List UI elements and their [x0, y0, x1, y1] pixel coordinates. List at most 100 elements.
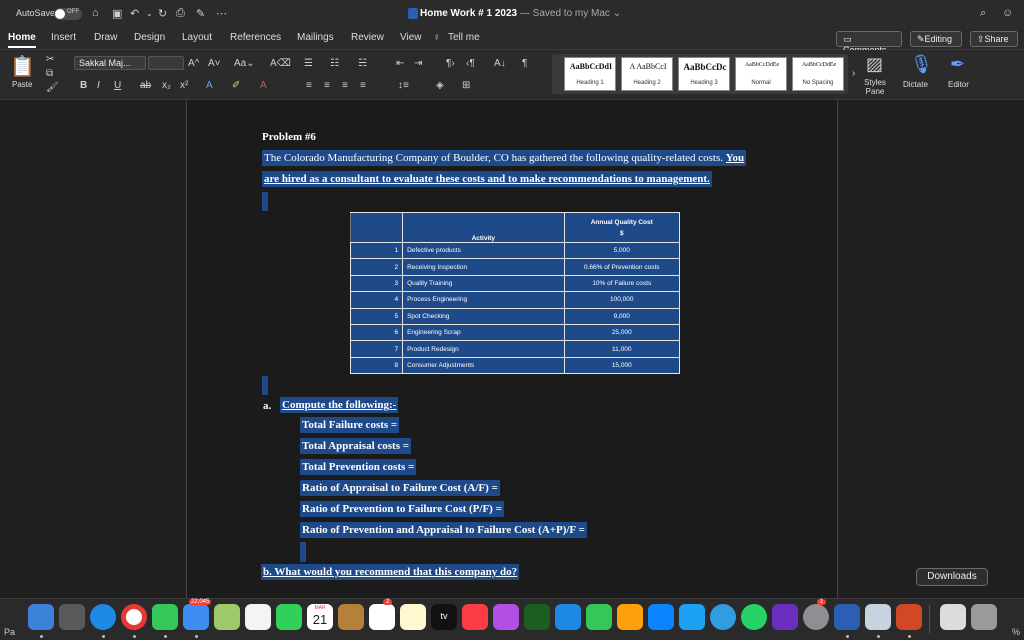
maps-icon[interactable] — [214, 604, 240, 630]
shrink-font-icon[interactable]: A˅ — [208, 58, 221, 69]
change-case-icon[interactable]: Aa⌄ — [234, 58, 255, 69]
shading-icon[interactable]: ◈ — [436, 80, 444, 91]
trash-icon[interactable] — [971, 604, 997, 630]
font-name-select[interactable]: Sakkal Maj... — [74, 56, 146, 70]
style-normal[interactable]: AaBbCcDdEe Normal — [735, 57, 787, 91]
numbers-icon[interactable] — [586, 604, 612, 630]
editor-icon[interactable]: ✒ — [950, 54, 965, 75]
underline-icon[interactable]: U — [114, 80, 121, 91]
account-icon[interactable]: ☺ — [1002, 7, 1013, 19]
twitter-icon[interactable] — [679, 604, 705, 630]
customize-icon[interactable]: ✎ — [196, 7, 205, 20]
stocks-icon[interactable] — [772, 604, 798, 630]
decrease-indent-icon[interactable]: ⇤ — [396, 58, 404, 69]
home-icon[interactable]: ⌂ — [92, 7, 99, 19]
robinhood-icon[interactable] — [524, 604, 550, 630]
pages-icon[interactable] — [617, 604, 643, 630]
telegram-icon[interactable] — [710, 604, 736, 630]
multilevel-list-icon[interactable]: ☵ — [358, 58, 367, 69]
save-icon[interactable]: ▣ — [112, 7, 122, 20]
launchpad-icon[interactable] — [59, 604, 85, 630]
subscript-icon[interactable]: x₂ — [162, 80, 171, 91]
tab-insert[interactable]: Insert — [51, 32, 76, 43]
search-icon[interactable]: ⌕ — [980, 7, 986, 20]
tab-mailings[interactable]: Mailings — [297, 32, 334, 43]
borders-icon[interactable]: ⊞ — [462, 80, 470, 91]
align-left-icon[interactable]: ≡ — [306, 80, 312, 91]
redo-icon[interactable]: ↻ — [158, 7, 167, 20]
strikethrough-icon[interactable]: ab — [140, 80, 151, 91]
photos-icon[interactable] — [245, 604, 271, 630]
system-settings-icon[interactable]: 1 — [803, 599, 829, 630]
share-button[interactable]: ⇪Share — [970, 31, 1018, 47]
gallery-expand-icon[interactable]: › — [852, 68, 855, 79]
undo-dropdown-icon[interactable]: ⌄ — [146, 9, 153, 18]
tab-design[interactable]: Design — [134, 32, 165, 43]
bold-icon[interactable]: B — [80, 80, 87, 91]
numbering-icon[interactable]: ☷ — [330, 58, 339, 69]
style-heading-3[interactable]: AaBbCcDc Heading 3 — [678, 57, 730, 91]
downloads-folder-icon[interactable] — [940, 604, 966, 630]
increase-indent-icon[interactable]: ⇥ — [414, 58, 422, 69]
sort-icon[interactable]: A↓ — [494, 58, 506, 69]
messages-icon[interactable] — [152, 604, 178, 630]
comments-button[interactable]: ▭ Comments — [836, 31, 902, 55]
facetime-icon[interactable] — [276, 604, 302, 630]
paste-icon[interactable]: 📋 — [10, 54, 35, 79]
style-heading-1[interactable]: AaBbCcDdI Heading 1 — [564, 57, 616, 91]
music-icon[interactable] — [462, 604, 488, 630]
safari-icon[interactable] — [90, 604, 116, 630]
ltr-icon[interactable]: ¶› — [446, 58, 455, 69]
calendar-icon[interactable]: MAR 21 — [307, 604, 333, 630]
text-effects-icon[interactable]: A — [206, 80, 213, 91]
justify-icon[interactable]: ≡ — [360, 80, 366, 91]
tab-review[interactable]: Review — [351, 32, 384, 43]
show-marks-icon[interactable]: ¶ — [522, 58, 527, 69]
highlight-icon[interactable]: ✐ — [232, 80, 240, 91]
align-center-icon[interactable]: ≡ — [324, 80, 330, 91]
more-icon[interactable]: ⋯ — [216, 7, 227, 20]
print-icon[interactable]: ⎙ — [176, 7, 185, 20]
preview-icon[interactable] — [865, 604, 891, 630]
copy-icon[interactable]: ⧉ — [46, 68, 53, 79]
editing-button[interactable]: ✎Editing — [910, 31, 962, 47]
apple-tv-icon[interactable]: tv — [431, 604, 457, 630]
rtl-icon[interactable]: ‹¶ — [466, 58, 475, 69]
grow-font-icon[interactable]: A^ — [188, 58, 199, 69]
format-painter-icon[interactable]: 🖌 — [46, 82, 59, 93]
undo-icon[interactable]: ↶ — [130, 7, 139, 20]
tab-home[interactable]: Home — [8, 32, 36, 48]
contacts-icon[interactable] — [338, 604, 364, 630]
word-app-icon[interactable] — [834, 604, 860, 630]
whatsapp-icon[interactable] — [741, 604, 767, 630]
powerpoint-icon[interactable] — [896, 604, 922, 630]
mail-icon[interactable]: 22,045 — [183, 599, 212, 630]
tab-references[interactable]: References — [230, 32, 281, 43]
align-right-icon[interactable]: ≡ — [342, 80, 348, 91]
microphone-icon[interactable]: 🎙 — [910, 54, 933, 75]
tab-view[interactable]: View — [400, 32, 422, 43]
style-heading-2[interactable]: A AaBbCcI Heading 2 — [621, 57, 673, 91]
podcasts-icon[interactable] — [493, 604, 519, 630]
tab-draw[interactable]: Draw — [94, 32, 117, 43]
finder-icon[interactable] — [28, 604, 54, 630]
style-no-spacing[interactable]: AaBbCcDdEe No Spacing — [792, 57, 844, 91]
document-title[interactable]: Home Work # 1 2023 — Saved to my Mac ⌄ — [420, 8, 621, 19]
styles-pane-icon[interactable]: ▨ — [866, 54, 883, 75]
keynote-icon[interactable] — [555, 604, 581, 630]
font-color-icon[interactable]: A — [260, 80, 267, 91]
bullets-icon[interactable]: ☰ — [304, 58, 313, 69]
superscript-icon[interactable]: x² — [180, 80, 188, 91]
line-spacing-icon[interactable]: ↕≡ — [398, 80, 409, 91]
tab-layout[interactable]: Layout — [182, 32, 212, 43]
font-size-select[interactable] — [148, 56, 184, 70]
chrome-icon[interactable] — [121, 604, 147, 630]
autosave-toggle[interactable]: OFF — [54, 8, 82, 20]
italic-icon[interactable]: I — [97, 80, 100, 91]
reminders-icon[interactable]: 2 — [369, 599, 395, 630]
cut-icon[interactable]: ✂ — [46, 54, 54, 65]
app-store-icon[interactable] — [648, 604, 674, 630]
clear-formatting-icon[interactable]: A⌫ — [270, 58, 291, 69]
notes-icon[interactable] — [400, 604, 426, 630]
tell-me[interactable]: Tell me — [448, 32, 480, 43]
